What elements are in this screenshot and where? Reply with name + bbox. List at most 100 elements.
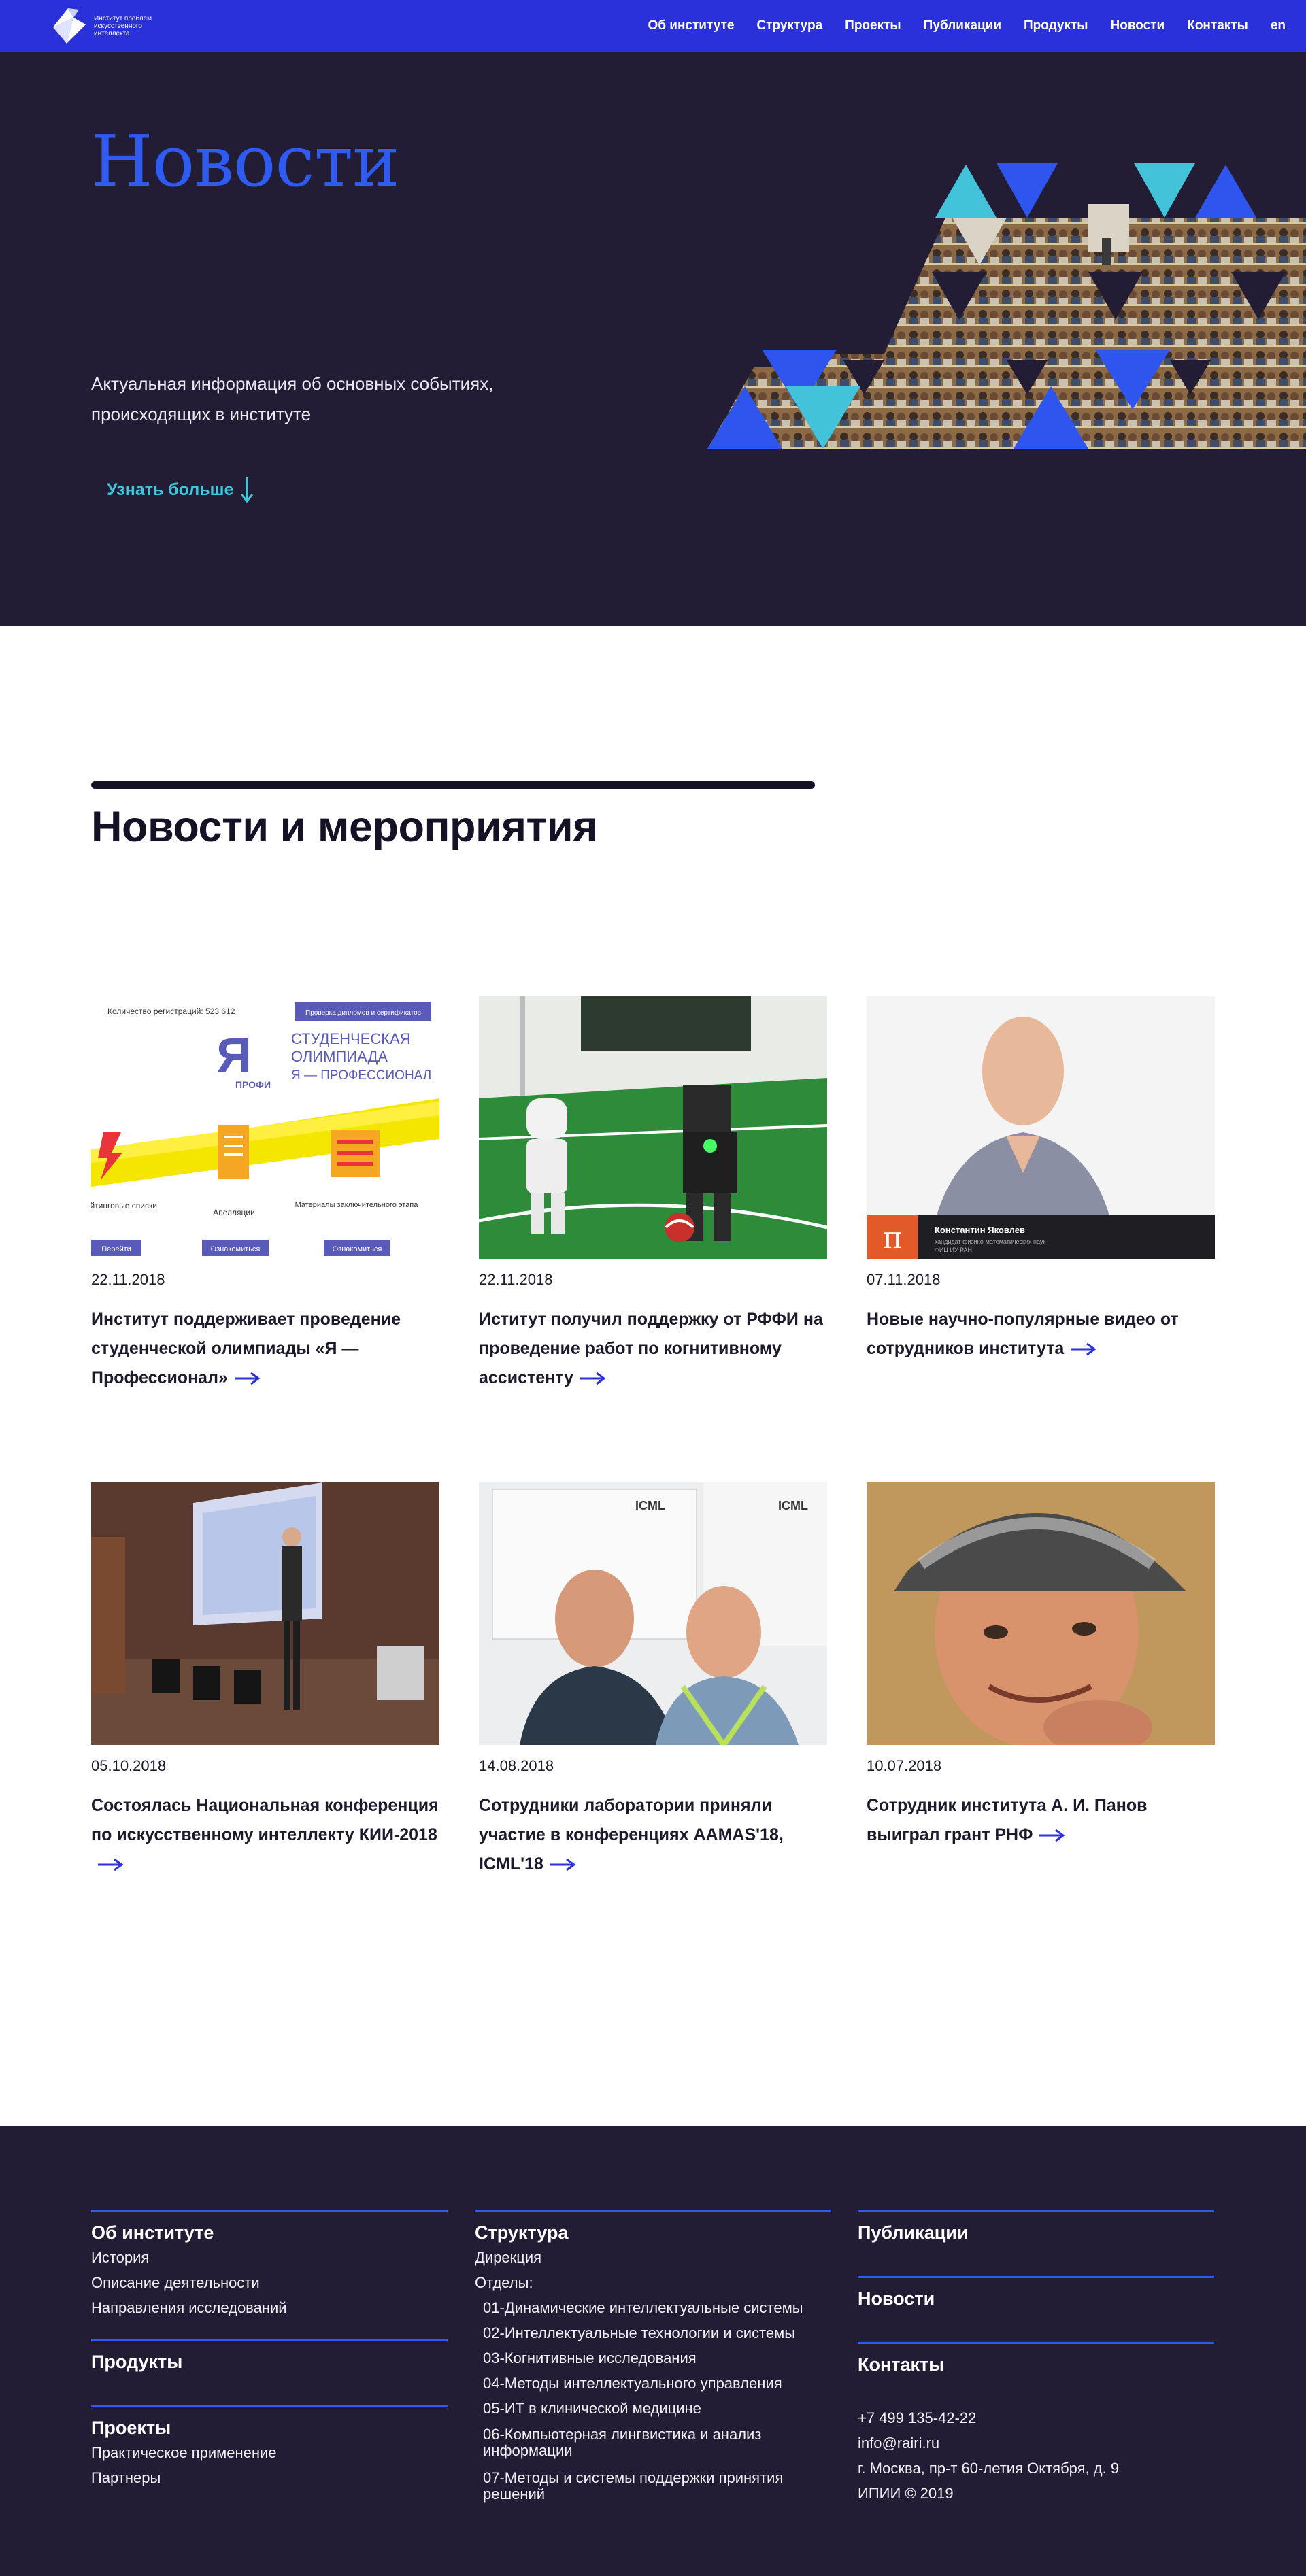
news-date: 22.11.2018 xyxy=(91,1271,165,1288)
arrow-right-icon xyxy=(550,1859,576,1871)
footer-link-department[interactable]: 04-Методы интеллектуального управления xyxy=(475,2371,831,2396)
news-title-link[interactable]: Состоялась Национальная конференция по и… xyxy=(91,1791,439,1879)
footer-link-activity[interactable]: Описание деятельности xyxy=(91,2270,448,2295)
olympiad-image: Количество регистраций: 523 612 Проверка… xyxy=(91,996,439,1259)
btn-view-2: Ознакомиться xyxy=(333,1245,382,1253)
footer-link-department[interactable]: 01-Динамические интеллектуальные системы xyxy=(475,2295,831,2320)
news-card[interactable]: Количество регистраций: 523 612 Проверка… xyxy=(91,996,439,1393)
footer-link-partners[interactable]: Партнеры xyxy=(91,2465,448,2490)
news-card[interactable]: π Константин Яковлев кандидат физико-мат… xyxy=(867,996,1215,1363)
page-title: Новости xyxy=(91,120,400,203)
learn-more-label: Узнать больше xyxy=(107,479,234,499)
news-title: Новые научно-популярные видео от сотрудн… xyxy=(867,1310,1179,1358)
news-date: 22.11.2018 xyxy=(479,1271,553,1288)
icml-sign-1: ICML xyxy=(635,1499,665,1512)
footer-link-department[interactable]: 03-Когнитивные исследования xyxy=(475,2345,831,2371)
nav-item-contacts[interactable]: Контакты xyxy=(1187,18,1248,33)
footer-heading-about[interactable]: Об институте xyxy=(91,2220,448,2245)
arrow-right-icon xyxy=(234,1372,261,1385)
news-thumbnail-video: π Константин Яковлев кандидат физико-мат… xyxy=(867,996,1215,1259)
arrow-right-icon xyxy=(1039,1829,1066,1842)
profi-text: ПРОФИ xyxy=(235,1079,271,1090)
icml-sign-2: ICML xyxy=(778,1499,808,1512)
news-thumbnail-robots xyxy=(479,996,827,1259)
col2-label: Апелляции xyxy=(213,1208,255,1217)
footer-divider xyxy=(475,2210,831,2212)
footer-column-about: Об институте История Описание деятельнос… xyxy=(91,2210,448,2490)
arrow-right-icon xyxy=(1071,1343,1096,1356)
footer-heading-publications[interactable]: Публикации xyxy=(858,2220,1214,2245)
arrow-down-icon xyxy=(241,477,254,503)
news-title-link[interactable]: Сотрудник института А. И. Панов выиграл … xyxy=(867,1791,1215,1850)
news-date: 05.10.2018 xyxy=(91,1757,167,1774)
footer-divider xyxy=(91,2405,448,2407)
logo-text: Институт проблем искусственного интеллек… xyxy=(94,14,152,37)
btn-go: Перейти xyxy=(101,1245,131,1253)
footer-link-department[interactable]: 05-ИТ в клинической медицине xyxy=(475,2396,831,2421)
footer-link-applications[interactable]: Практическое применение xyxy=(91,2440,448,2465)
footer-divider xyxy=(91,2339,448,2341)
footer-link-research[interactable]: Направления исследований xyxy=(91,2295,448,2320)
footer: Об институте История Описание деятельнос… xyxy=(0,2126,1306,2576)
footer-link-department[interactable]: 02-Интеллектуальные технологии и системы xyxy=(475,2320,831,2345)
arrow-right-icon xyxy=(98,1859,124,1871)
footer-heading-products[interactable]: Продукты xyxy=(91,2350,448,2374)
icml-selfie-image: ICML ICML xyxy=(479,1482,827,1745)
news-title: Сотрудники лаборатории приняли участие в… xyxy=(479,1796,784,1874)
main-menu: Об институте Структура Проекты Публикаци… xyxy=(648,0,1286,52)
news-title: Состоялась Национальная конференция по и… xyxy=(91,1796,439,1844)
nav-item-structure[interactable]: Структура xyxy=(756,18,822,33)
col3-label: Материалы заключительного этапа xyxy=(295,1201,419,1209)
robots-image xyxy=(479,996,827,1259)
speaker-org: ФИЦ ИУ РАН xyxy=(935,1247,972,1253)
check-diplomas-text: Проверка дипломов и сертификатов xyxy=(305,1009,421,1017)
news-card[interactable]: 05.10.2018 Состоялась Национальная конфе… xyxy=(91,1482,439,1879)
news-title-link[interactable]: Новые научно-популярные видео от сотрудн… xyxy=(867,1305,1215,1363)
section-divider xyxy=(91,781,815,789)
news-date: 10.07.2018 xyxy=(867,1757,942,1774)
news-title-link[interactable]: Сотрудники лаборатории приняли участие в… xyxy=(479,1791,827,1879)
footer-heading-projects[interactable]: Проекты xyxy=(91,2416,448,2440)
arrow-right-icon xyxy=(580,1372,606,1385)
footer-link-history[interactable]: История xyxy=(91,2245,448,2270)
nav-item-products[interactable]: Продукты xyxy=(1024,18,1088,33)
nav-item-about[interactable]: Об институте xyxy=(648,18,734,33)
speaker-degree: кандидат физико-математических наук xyxy=(935,1238,1045,1245)
conference-image xyxy=(91,1482,439,1745)
footer-heading-structure[interactable]: Структура xyxy=(475,2220,831,2245)
news-title: Иститут получил поддержку от РФФИ на про… xyxy=(479,1310,823,1387)
hero-description: Актуальная информация об основных событи… xyxy=(91,373,494,424)
news-thumbnail-icml: ICML ICML xyxy=(479,1482,827,1745)
logo[interactable]: Институт проблем искусственного интеллек… xyxy=(46,4,155,48)
portrait-image xyxy=(867,1482,1215,1745)
news-card[interactable]: 10.07.2018 Сотрудник института А. И. Пан… xyxy=(867,1482,1215,1850)
nav-item-news[interactable]: Новости xyxy=(1111,18,1165,33)
hero-section: Новости Актуальная информация об основны… xyxy=(0,52,1306,626)
footer-heading-news[interactable]: Новости xyxy=(858,2286,1214,2311)
news-thumbnail-grant xyxy=(867,1482,1215,1745)
footer-phone[interactable]: +7 499 135-42-22 xyxy=(858,2405,1214,2430)
footer-label-departments: Отделы: xyxy=(475,2274,533,2291)
news-title: Сотрудник института А. И. Панов выиграл … xyxy=(867,1796,1148,1844)
footer-heading-contacts[interactable]: Контакты xyxy=(858,2352,1214,2377)
footer-link-department[interactable]: 06-Компьютерная лингвистика и анализ инф… xyxy=(475,2421,831,2467)
footer-email[interactable]: info@rairi.ru xyxy=(858,2430,1214,2456)
footer-column-contacts: Публикации Новости Контакты +7 499 135-4… xyxy=(858,2210,1214,2506)
footer-address: г. Москва, пр-т 60-летия Октября, д. 9 xyxy=(858,2460,1120,2477)
learn-more-link[interactable]: Узнать больше xyxy=(107,476,254,503)
footer-link-department[interactable]: 07-Методы и системы поддержки принятия р… xyxy=(475,2467,831,2511)
news-card[interactable]: 22.11.2018 Иститут получил поддержку от … xyxy=(479,996,827,1393)
news-card[interactable]: ICML ICML 14.08.2018 Сотрудники лаборато… xyxy=(479,1482,827,1879)
news-title-link[interactable]: Иститут получил поддержку от РФФИ на про… xyxy=(479,1305,827,1393)
nav-item-language[interactable]: en xyxy=(1271,18,1286,33)
nav-item-publications[interactable]: Публикации xyxy=(924,18,1001,33)
top-navbar: Институт проблем искусственного интеллек… xyxy=(0,0,1306,52)
olymp-line-3: Я — ПРОФЕССИОНАЛ xyxy=(291,1068,431,1083)
logo-icon xyxy=(53,8,86,44)
footer-link-directorate[interactable]: Дирекция xyxy=(475,2245,831,2270)
footer-copyright: ИПИИ © 2019 xyxy=(858,2485,954,2502)
news-thumbnail-olympiad: Количество регистраций: 523 612 Проверка… xyxy=(91,996,439,1259)
nav-item-projects[interactable]: Проекты xyxy=(845,18,901,33)
news-title-link[interactable]: Институт поддерживает проведение студенч… xyxy=(91,1305,439,1393)
news-date: 07.11.2018 xyxy=(867,1271,941,1288)
